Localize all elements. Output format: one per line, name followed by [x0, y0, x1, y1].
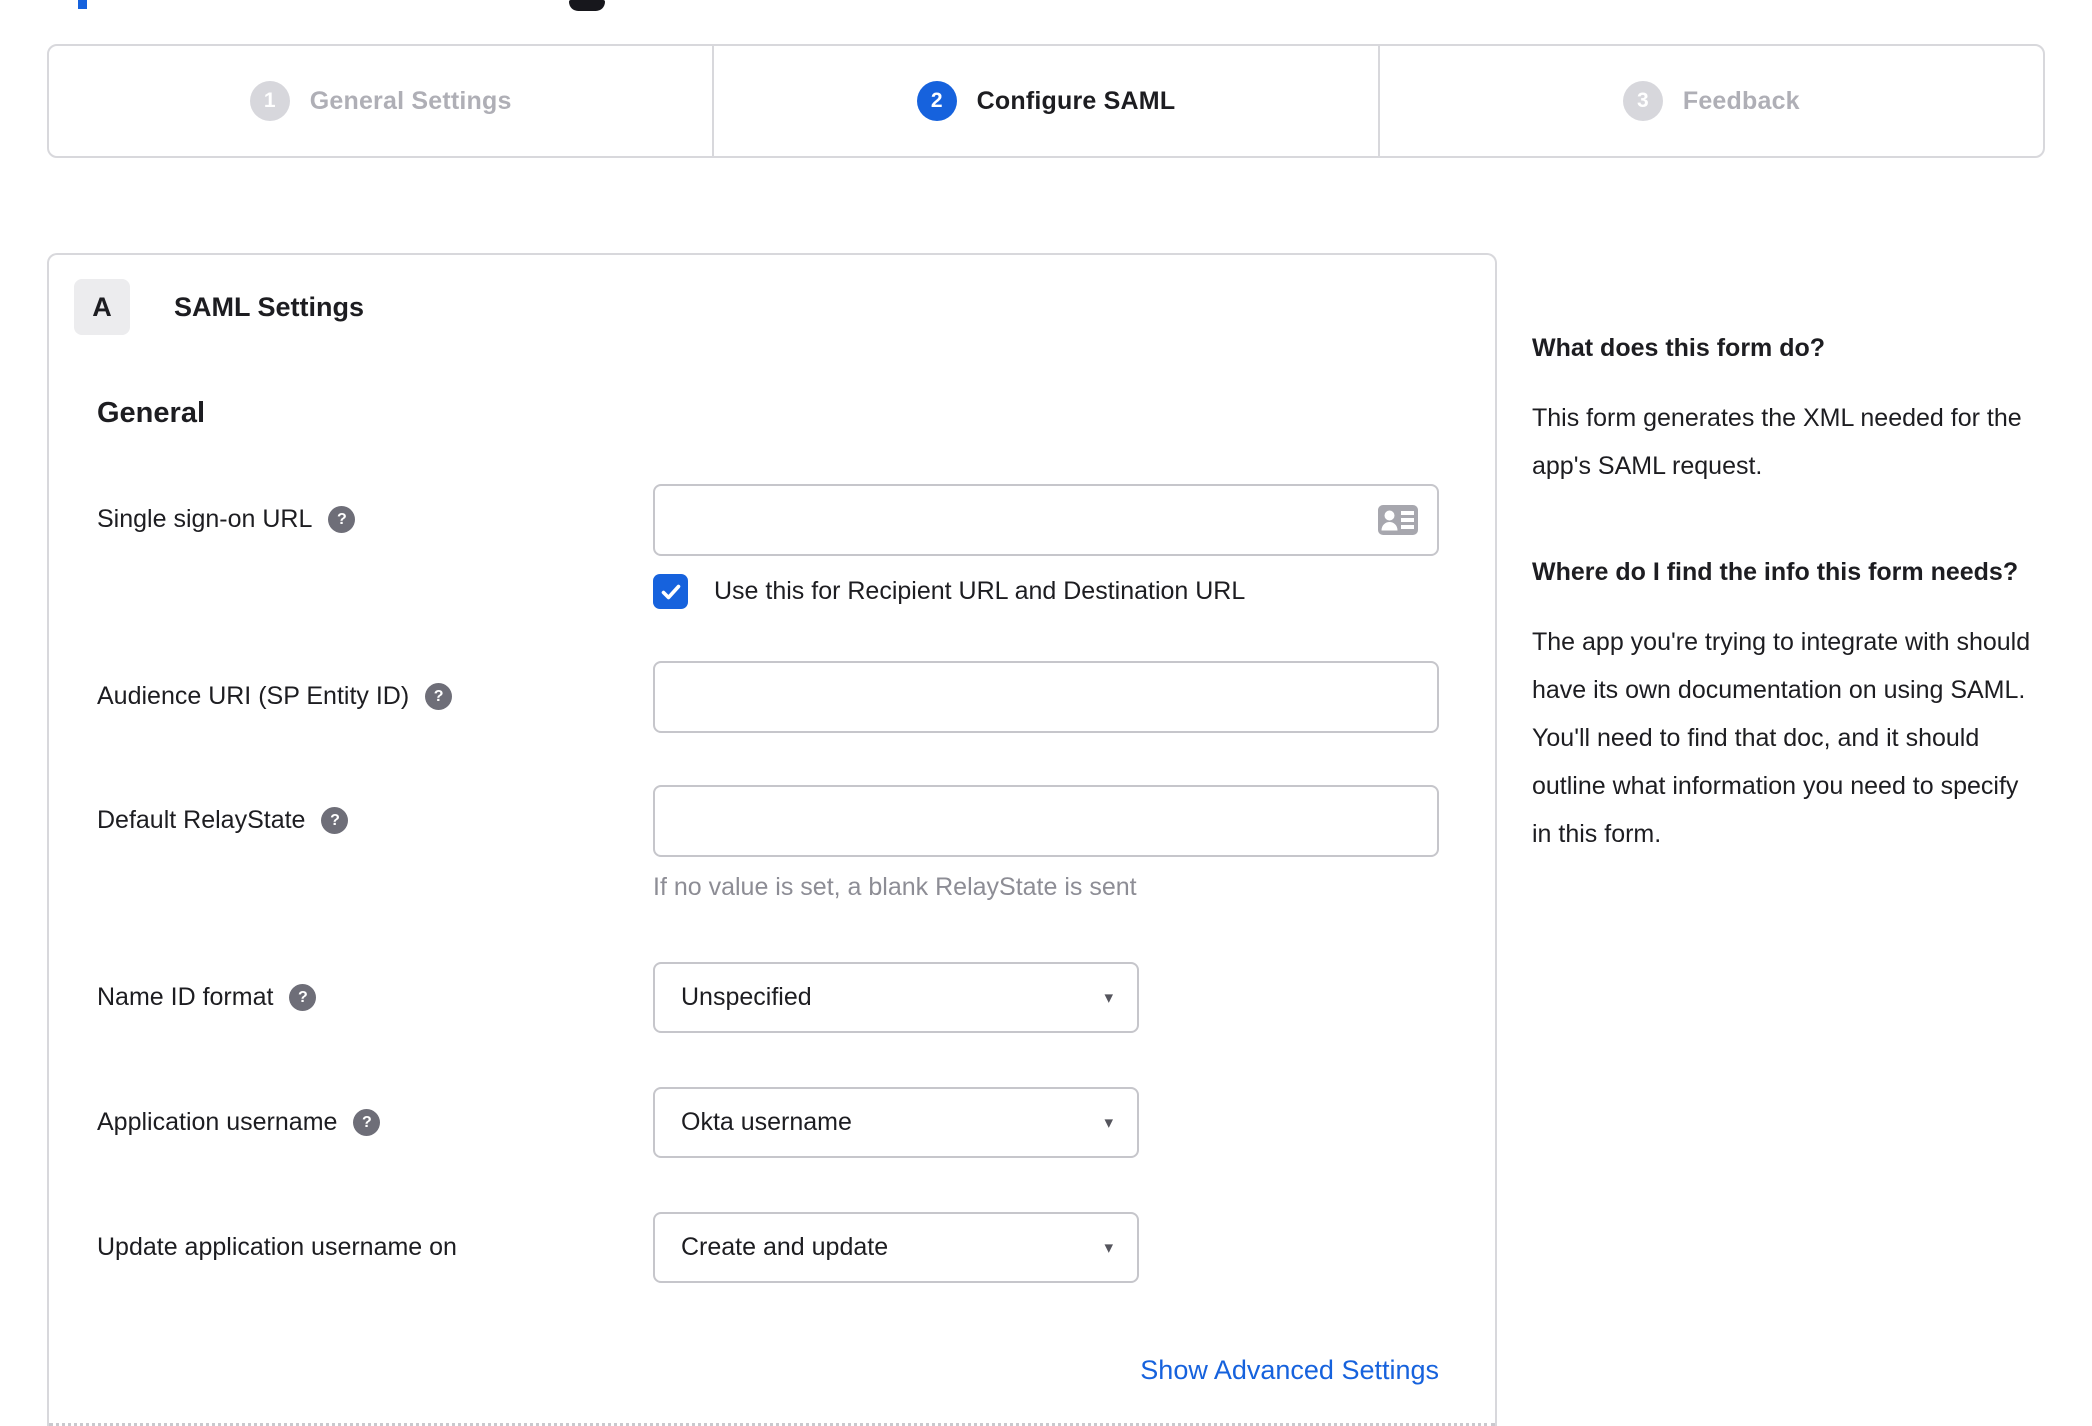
application-username-select[interactable]: Okta username ▾	[653, 1087, 1139, 1158]
chevron-down-icon: ▾	[1104, 987, 1113, 1007]
field-control: Unspecified ▾	[653, 962, 1439, 1033]
single-sign-on-url-input[interactable]	[653, 484, 1439, 556]
field-label-text: Audience URI (SP Entity ID)	[97, 682, 410, 710]
audience-uri-input[interactable]	[653, 661, 1439, 733]
sidebar-heading-where: Where do I find the info this form needs…	[1532, 558, 2019, 586]
field-label-text: Update application username on	[97, 1233, 457, 1261]
step-number-badge: 2	[916, 81, 957, 121]
help-icon[interactable]: ?	[353, 1109, 381, 1136]
field-label-text: Default RelayState	[97, 806, 306, 834]
form-row-default-relaystate: Default RelayState ? If no value is set,…	[49, 785, 1495, 902]
chevron-down-icon: ▾	[1104, 1237, 1113, 1257]
relaystate-hint-text: If no value is set, a blank RelayState i…	[653, 873, 1137, 901]
field-label-text: Name ID format	[97, 983, 274, 1011]
contact-card-icon[interactable]	[1377, 504, 1419, 536]
field-control: Create and update ▾	[653, 1212, 1439, 1283]
step-label: Configure SAML	[976, 86, 1176, 115]
help-icon[interactable]: ?	[321, 807, 349, 834]
form-row-single-sign-on-url: Single sign-on URL ? Use this for Recipi…	[49, 484, 1495, 609]
default-relaystate-input[interactable]	[653, 785, 1439, 857]
sidebar-body-where: The app you're trying to integrate with …	[1532, 628, 2031, 848]
wizard-stepper: 1 General Settings 2 Configure SAML 3 Fe…	[47, 44, 2045, 158]
step-number-badge: 3	[1622, 81, 1663, 121]
select-value: Okta username	[681, 1108, 852, 1136]
checkbox-checked-icon[interactable]	[653, 574, 688, 609]
panel-header: A SAML Settings	[74, 279, 1495, 335]
general-section-heading: General	[97, 397, 205, 429]
field-label-text: Application username	[97, 1108, 338, 1136]
step-configure-saml[interactable]: 2 Configure SAML	[712, 46, 1377, 156]
form-row-name-id-format: Name ID format ? Unspecified ▾	[49, 962, 1495, 1033]
show-advanced-settings-link[interactable]: Show Advanced Settings	[1140, 1355, 1439, 1385]
field-label: Default RelayState ?	[97, 785, 653, 902]
field-control: Use this for Recipient URL and Destinati…	[653, 484, 1439, 609]
saml-form: Single sign-on URL ? Use this for Recipi…	[49, 484, 1495, 1386]
recipient-url-checkbox-row[interactable]: Use this for Recipient URL and Destinati…	[653, 574, 1439, 609]
sidebar-body-what: This form generates the XML needed for t…	[1532, 404, 2022, 480]
clipped-app-logo	[569, 0, 605, 11]
field-label: Name ID format ?	[97, 962, 653, 1033]
step-feedback[interactable]: 3 Feedback	[1377, 46, 2043, 156]
chevron-down-icon: ▾	[1104, 1112, 1113, 1132]
section-a-badge: A	[74, 279, 130, 335]
help-icon[interactable]: ?	[425, 683, 453, 710]
field-control	[653, 661, 1439, 733]
field-label: Single sign-on URL ?	[97, 484, 653, 609]
form-row-application-username: Application username ? Okta username ▾	[49, 1087, 1495, 1158]
step-number-badge: 1	[249, 81, 290, 121]
field-label-text: Single sign-on URL	[97, 505, 313, 533]
sidebar-heading-what: What does this form do?	[1532, 334, 1826, 362]
saml-settings-panel: A SAML Settings General Single sign-on U…	[47, 253, 1497, 1426]
help-icon[interactable]: ?	[289, 984, 317, 1011]
step-label: Feedback	[1682, 86, 1800, 115]
field-control: If no value is set, a blank RelayState i…	[653, 785, 1439, 902]
field-control: Okta username ▾	[653, 1087, 1439, 1158]
panel-title: SAML Settings	[174, 291, 365, 322]
checkbox-label: Use this for Recipient URL and Destinati…	[714, 577, 1246, 605]
select-value: Create and update	[681, 1233, 889, 1261]
step-general-settings[interactable]: 1 General Settings	[49, 46, 712, 156]
select-value: Unspecified	[681, 983, 812, 1011]
step-label: General Settings	[309, 86, 512, 115]
help-icon[interactable]: ?	[328, 506, 356, 533]
name-id-format-select[interactable]: Unspecified ▾	[653, 962, 1139, 1033]
clipped-tab-indicator	[78, 0, 87, 9]
advanced-settings-row: Show Advanced Settings	[49, 1355, 1439, 1386]
help-sidebar: What does this form do? This form genera…	[1532, 328, 2038, 920]
field-label: Audience URI (SP Entity ID) ?	[97, 661, 653, 733]
form-row-audience-uri: Audience URI (SP Entity ID) ?	[49, 661, 1495, 733]
field-label: Update application username on	[97, 1212, 653, 1283]
update-app-username-select[interactable]: Create and update ▾	[653, 1212, 1139, 1283]
form-row-update-app-username: Update application username on Create an…	[49, 1212, 1495, 1283]
field-label: Application username ?	[97, 1087, 653, 1158]
